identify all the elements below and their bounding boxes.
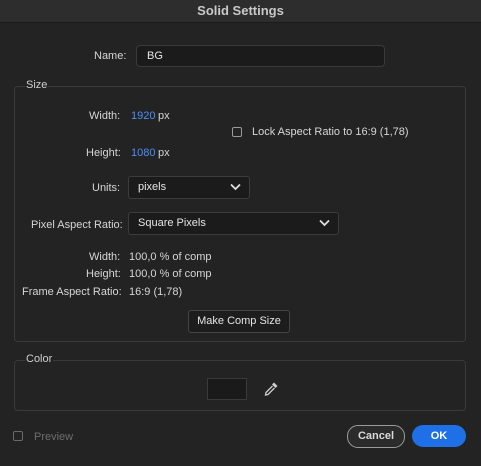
height-unit: px: [158, 147, 170, 159]
preview-label[interactable]: Preview: [34, 431, 73, 443]
height-value[interactable]: 1080: [131, 147, 155, 159]
units-label: Units:: [92, 182, 121, 194]
window-title: Solid Settings: [0, 0, 481, 23]
chevron-down-icon: [319, 219, 330, 227]
info-height-label: Height:: [86, 268, 121, 280]
cancel-button[interactable]: Cancel: [347, 425, 405, 448]
info-height-value: 100,0 % of comp: [129, 268, 212, 280]
width-value[interactable]: 1920: [131, 110, 155, 122]
eyedropper-icon[interactable]: [263, 381, 279, 397]
width-label: Width:: [89, 110, 121, 122]
size-group-title: Size: [25, 79, 49, 91]
color-group-title: Color: [25, 353, 54, 365]
frame-aspect-value: 16:9 (1,78): [129, 286, 183, 298]
units-select[interactable]: pixels: [128, 176, 250, 199]
pixel-aspect-label: Pixel Aspect Ratio:: [31, 219, 123, 231]
ok-button[interactable]: OK: [412, 425, 466, 447]
name-label: Name:: [94, 50, 127, 62]
height-label: Height:: [86, 147, 121, 159]
frame-aspect-label: Frame Aspect Ratio:: [22, 286, 122, 298]
info-width-value: 100,0 % of comp: [129, 251, 212, 263]
color-swatch[interactable]: [207, 378, 247, 400]
lock-aspect-checkbox[interactable]: [232, 127, 242, 137]
pixel-aspect-select-value: Square Pixels: [138, 217, 206, 229]
pixel-aspect-select[interactable]: Square Pixels: [128, 212, 339, 235]
preview-checkbox[interactable]: [13, 431, 23, 441]
units-select-value: pixels: [138, 181, 167, 193]
make-comp-size-button[interactable]: Make Comp Size: [188, 310, 290, 333]
name-input[interactable]: BG: [136, 45, 385, 67]
lock-aspect-label[interactable]: Lock Aspect Ratio to 16:9 (1,78): [252, 126, 409, 138]
info-width-label: Width:: [89, 251, 121, 263]
chevron-down-icon: [230, 183, 241, 191]
width-unit: px: [158, 110, 170, 122]
